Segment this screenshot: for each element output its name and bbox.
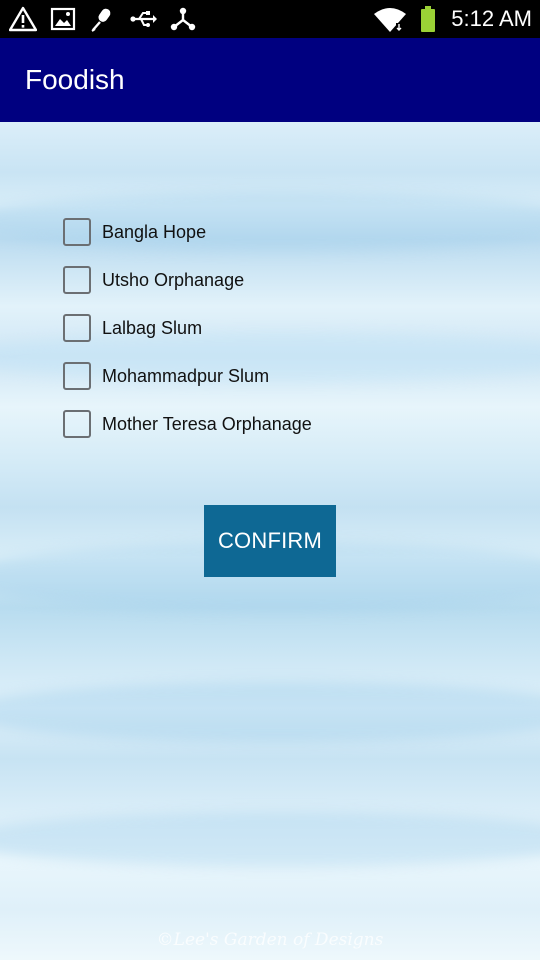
app-title: Foodish [25, 64, 125, 95]
microphone-off-icon [88, 5, 118, 33]
status-clock: 5:12 AM [451, 6, 532, 31]
app-bar: Foodish [0, 38, 540, 122]
checkbox[interactable] [63, 314, 91, 342]
confirm-button[interactable]: CONFIRM [204, 505, 336, 577]
image-icon [48, 5, 78, 33]
usb-icon [128, 5, 158, 33]
background-watermark: ©Lee's Garden of Designs [156, 930, 384, 950]
checkbox[interactable] [63, 410, 91, 438]
option-bangla-hope[interactable]: Bangla Hope [63, 217, 206, 247]
warning-icon [8, 5, 38, 33]
status-bar: 5:12 AM [0, 0, 540, 38]
option-label: Bangla Hope [102, 221, 207, 242]
status-icons-right: 5:12 AM [371, 5, 532, 33]
option-utsho-orphanage[interactable]: Utsho Orphanage [63, 265, 244, 295]
option-lalbag-slum[interactable]: Lalbag Slum [63, 313, 202, 343]
status-icons-left [8, 5, 198, 33]
option-label: Mother Teresa Orphanage [102, 413, 312, 434]
checkbox[interactable] [63, 218, 91, 246]
option-label: Lalbag Slum [102, 317, 203, 338]
option-label: Mohammadpur Slum [102, 365, 270, 386]
option-mohammadpur-slum[interactable]: Mohammadpur Slum [63, 361, 269, 391]
checkbox[interactable] [63, 266, 91, 294]
share-network-icon [168, 5, 198, 33]
background-wash [0, 812, 540, 867]
wifi-icon [371, 5, 409, 33]
option-mother-teresa-orphanage[interactable]: Mother Teresa Orphanage [63, 409, 312, 439]
battery-icon [419, 5, 437, 33]
content-area: Bangla Hope Utsho Orphanage Lalbag Slum … [0, 122, 540, 960]
background-wash [0, 682, 540, 742]
option-label: Utsho Orphanage [102, 269, 245, 290]
checkbox[interactable] [63, 362, 91, 390]
